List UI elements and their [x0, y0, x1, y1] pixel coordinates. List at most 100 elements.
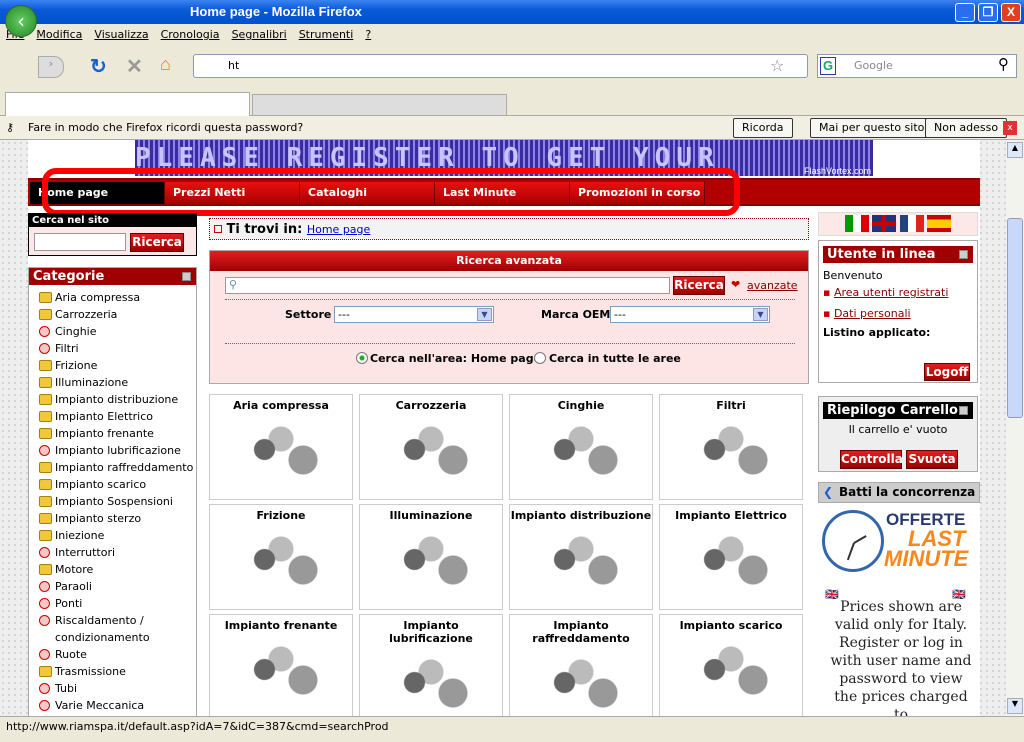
scroll-up-icon[interactable]: ▲: [1007, 142, 1023, 158]
product-image[interactable]: [226, 528, 336, 598]
product-category-tile[interactable]: Impianto raffreddamento: [509, 614, 653, 716]
product-image[interactable]: [676, 528, 786, 598]
advanced-search-input[interactable]: ⚲: [225, 277, 670, 294]
category-item[interactable]: Varie Meccanica: [29, 697, 196, 714]
home-icon[interactable]: ⌂: [160, 54, 171, 75]
minimize-button[interactable]: _: [955, 3, 975, 22]
product-category-tile[interactable]: Illuminazione: [359, 504, 503, 610]
category-item[interactable]: Impianto scarico: [29, 476, 196, 493]
sector-select[interactable]: --- ▼: [334, 306, 494, 323]
close-notification-icon[interactable]: x: [1003, 121, 1017, 135]
category-item[interactable]: Impianto distribuzione: [29, 391, 196, 408]
collapse-icon[interactable]: [959, 250, 968, 259]
site-search-input[interactable]: [34, 233, 126, 251]
product-image[interactable]: [376, 528, 486, 598]
breadcrumb-home-link[interactable]: Home page: [307, 223, 370, 236]
product-image[interactable]: [676, 418, 786, 488]
category-item[interactable]: Interruttori: [29, 544, 196, 561]
category-item[interactable]: Carrozzeria: [29, 306, 196, 323]
personal-data-link[interactable]: Dati personali: [834, 307, 911, 320]
flag-spain-icon[interactable]: [927, 215, 952, 232]
stop-icon[interactable]: ✕: [126, 54, 143, 79]
search-magnifier-icon[interactable]: ⚲: [998, 55, 1009, 73]
radio-all[interactable]: [534, 352, 546, 364]
forward-button[interactable]: ›: [38, 56, 64, 78]
product-image[interactable]: [226, 418, 336, 488]
flag-france-icon[interactable]: [899, 215, 924, 232]
site-search-button[interactable]: Ricerca: [130, 233, 184, 252]
vertical-scrollbar[interactable]: ▲ ▼: [1006, 140, 1024, 716]
product-image[interactable]: [376, 651, 486, 716]
oem-select[interactable]: --- ▼: [610, 306, 770, 323]
category-item[interactable]: Cinghie: [29, 323, 196, 340]
tab-active[interactable]: [5, 92, 250, 116]
product-image[interactable]: [526, 651, 636, 716]
category-item[interactable]: Tubi: [29, 680, 196, 697]
category-item[interactable]: Aria compressa: [29, 289, 196, 306]
bookmark-star-icon[interactable]: ☆: [770, 56, 784, 75]
product-category-tile[interactable]: Filtri: [659, 394, 803, 500]
remember-button[interactable]: Ricorda: [733, 118, 793, 138]
category-item[interactable]: Frizione: [29, 357, 196, 374]
flag-italy-icon[interactable]: [844, 215, 869, 232]
scroll-down-icon[interactable]: ▼: [1007, 698, 1023, 714]
category-item[interactable]: Impianto frenante: [29, 425, 196, 442]
product-category-tile[interactable]: Impianto frenante: [209, 614, 353, 716]
flag-uk-icon[interactable]: [872, 215, 897, 232]
menu-help[interactable]: ?: [365, 28, 371, 41]
collapse-icon[interactable]: [959, 406, 968, 415]
product-category-tile[interactable]: Impianto Elettrico: [659, 504, 803, 610]
category-item[interactable]: Impianto lubrificazione: [29, 442, 196, 459]
category-item[interactable]: Trasmissione: [29, 663, 196, 680]
close-button[interactable]: X: [1001, 3, 1021, 22]
cart-check-button[interactable]: Controlla: [840, 450, 903, 469]
category-item[interactable]: Ponti: [29, 595, 196, 612]
menu-visualizza[interactable]: Visualizza: [94, 28, 148, 41]
back-button[interactable]: ‹: [5, 5, 37, 37]
collapse-icon[interactable]: [182, 272, 191, 281]
advanced-search-button[interactable]: Ricerca: [673, 276, 725, 295]
cart-empty-button[interactable]: Svuota: [906, 450, 958, 469]
product-category-tile[interactable]: Aria compressa: [209, 394, 353, 500]
category-item[interactable]: Ruote: [29, 646, 196, 663]
product-category-tile[interactable]: Impianto lubrificazione: [359, 614, 503, 716]
registered-area-link[interactable]: Area utenti registrati: [834, 286, 948, 299]
product-image[interactable]: [676, 638, 786, 708]
category-item[interactable]: Impianto Elettrico: [29, 408, 196, 425]
category-item[interactable]: Filtri: [29, 340, 196, 357]
category-item[interactable]: Impianto raffreddamento: [29, 459, 196, 476]
category-item[interactable]: Iniezione: [29, 527, 196, 544]
search-input[interactable]: Google: [817, 54, 1017, 78]
category-item[interactable]: Riscaldamento / condizionamento: [29, 612, 179, 646]
chevron-left-icon[interactable]: ❮: [823, 483, 833, 502]
product-image[interactable]: [376, 418, 486, 488]
menu-strumenti[interactable]: Strumenti: [299, 28, 354, 41]
menu-modifica[interactable]: Modifica: [36, 28, 82, 41]
category-item[interactable]: Impianto Sospensioni: [29, 493, 196, 510]
category-item[interactable]: Impianto sterzo: [29, 510, 196, 527]
product-category-tile[interactable]: Frizione: [209, 504, 353, 610]
product-category-tile[interactable]: Impianto distribuzione: [509, 504, 653, 610]
menu-cronologia[interactable]: Cronologia: [161, 28, 220, 41]
product-category-tile[interactable]: Cinghie: [509, 394, 653, 500]
product-image[interactable]: [226, 638, 336, 708]
product-image[interactable]: [526, 528, 636, 598]
url-bar[interactable]: ht: [193, 54, 808, 78]
product-image[interactable]: [526, 418, 636, 488]
logoff-button[interactable]: Logoff: [924, 363, 970, 381]
product-category-tile[interactable]: Impianto scarico: [659, 614, 803, 716]
maximize-button[interactable]: ❐: [978, 3, 998, 22]
category-item[interactable]: Motore: [29, 561, 196, 578]
radio-area[interactable]: [356, 352, 368, 364]
google-icon[interactable]: G: [820, 57, 836, 75]
menu-segnalibri[interactable]: Segnalibri: [232, 28, 287, 41]
product-category-tile[interactable]: Carrozzeria: [359, 394, 503, 500]
never-for-site-button[interactable]: Mai per questo sito: [810, 118, 934, 138]
category-item[interactable]: Paraoli: [29, 578, 196, 595]
advanced-options-link[interactable]: avanzate: [747, 279, 798, 292]
scroll-thumb[interactable]: [1007, 218, 1023, 418]
tab-inactive[interactable]: [252, 94, 507, 116]
category-item[interactable]: Illuminazione: [29, 374, 196, 391]
reload-icon[interactable]: ↻: [90, 54, 107, 79]
not-now-button[interactable]: Non adesso: [925, 118, 1008, 138]
